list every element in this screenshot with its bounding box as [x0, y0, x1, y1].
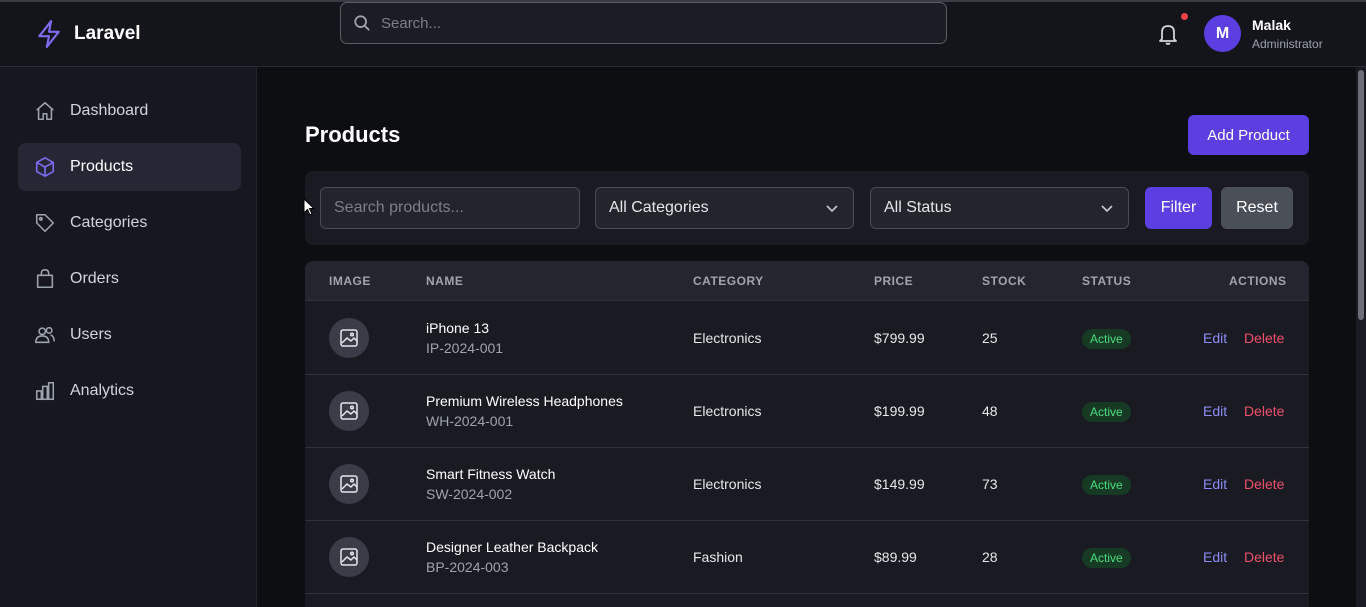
user-name[interactable]: Malak — [1252, 17, 1291, 33]
product-stock: 73 — [982, 476, 998, 492]
product-name: Designer Leather Backpack — [426, 539, 598, 555]
sidebar-item-label: Analytics — [70, 382, 135, 399]
table-header: IMAGE NAME CATEGORY PRICE STOCK STATUS A… — [305, 261, 1309, 301]
sidebar: Dashboard Products Categories Orders Use… — [0, 67, 257, 607]
sidebar-item-orders[interactable]: Orders — [18, 255, 241, 303]
status-badge: Active — [1082, 548, 1131, 568]
bell-icon[interactable] — [1157, 22, 1179, 46]
delete-link[interactable]: Delete — [1244, 403, 1284, 419]
edit-link[interactable]: Edit — [1203, 330, 1227, 346]
sidebar-item-users[interactable]: Users — [18, 311, 241, 359]
delete-link[interactable]: Delete — [1244, 549, 1284, 565]
chevron-down-icon — [826, 205, 838, 213]
product-category: Electronics — [693, 330, 762, 346]
status-select-value: All Status — [884, 199, 952, 216]
users-icon — [35, 326, 55, 344]
avatar[interactable]: M — [1204, 15, 1241, 52]
column-header-name: NAME — [426, 274, 464, 288]
product-name: iPhone 13 — [426, 320, 490, 336]
scrollbar-thumb[interactable] — [1358, 70, 1364, 320]
column-header-image: IMAGE — [329, 274, 371, 288]
add-product-button[interactable]: Add Product — [1188, 115, 1309, 155]
bar-chart-icon — [35, 381, 55, 401]
column-header-category: CATEGORY — [693, 274, 764, 288]
edit-link[interactable]: Edit — [1203, 403, 1227, 419]
image-icon — [340, 329, 358, 347]
sidebar-item-label: Dashboard — [70, 102, 149, 119]
notification-dot — [1181, 13, 1188, 20]
product-sku: IP-2024-001 — [426, 340, 504, 356]
tag-icon — [35, 213, 55, 233]
table-row: Smart Fitness Watch SW-2024-002 Electron… — [305, 448, 1309, 521]
cube-icon — [35, 157, 55, 177]
delete-link[interactable]: Delete — [1244, 476, 1284, 492]
product-price: $149.99 — [874, 476, 925, 492]
edit-link[interactable]: Edit — [1203, 549, 1227, 565]
filter-bar: All Categories All Status Filter Reset — [305, 171, 1309, 245]
edit-link[interactable]: Edit — [1203, 476, 1227, 492]
image-icon — [340, 548, 358, 566]
product-stock: 28 — [982, 549, 998, 565]
product-name: Premium Wireless Headphones — [426, 393, 623, 409]
category-select[interactable]: All Categories — [595, 187, 854, 229]
delete-link[interactable]: Delete — [1244, 330, 1284, 346]
lightning-icon — [38, 20, 60, 48]
global-search-input[interactable] — [381, 14, 921, 32]
product-stock: 48 — [982, 403, 998, 419]
product-sku: WH-2024-001 — [426, 413, 514, 429]
chevron-down-icon — [1101, 205, 1113, 213]
products-table: IMAGE NAME CATEGORY PRICE STOCK STATUS A… — [305, 261, 1309, 607]
table-row: iPhone 13 IP-2024-001 Electronics $799.9… — [305, 302, 1309, 375]
shopping-bag-icon — [36, 269, 54, 289]
product-image-placeholder — [329, 391, 369, 431]
status-badge: Active — [1082, 329, 1131, 349]
image-icon — [340, 402, 358, 420]
product-search-input[interactable] — [334, 199, 554, 217]
category-select-value: All Categories — [609, 199, 709, 216]
product-image-placeholder — [329, 537, 369, 577]
app-name: Laravel — [74, 23, 141, 44]
table-row: Premium Wireless Headphones WH-2024-001 … — [305, 375, 1309, 448]
product-category: Electronics — [693, 403, 762, 419]
top-bar: Laravel M Malak Administrator — [0, 0, 1366, 67]
sidebar-item-label: Categories — [70, 214, 148, 231]
sidebar-item-label: Products — [70, 158, 134, 175]
global-search[interactable] — [340, 2, 947, 44]
search-icon — [354, 15, 370, 31]
column-header-actions: ACTIONS — [1229, 274, 1287, 288]
product-image-placeholder — [329, 318, 369, 358]
sidebar-item-analytics[interactable]: Analytics — [18, 367, 241, 415]
sidebar-item-categories[interactable]: Categories — [18, 199, 241, 247]
home-icon — [36, 101, 54, 121]
sidebar-item-label: Users — [70, 326, 112, 343]
user-role: Administrator — [1252, 37, 1323, 51]
sidebar-item-dashboard[interactable]: Dashboard — [18, 87, 241, 135]
filter-button[interactable]: Filter — [1145, 187, 1212, 229]
app-logo[interactable]: Laravel — [36, 20, 141, 48]
column-header-status: STATUS — [1082, 274, 1132, 288]
sidebar-item-products[interactable]: Products — [18, 143, 241, 191]
product-category: Electronics — [693, 476, 762, 492]
product-search-field[interactable] — [320, 187, 580, 229]
product-price: $89.99 — [874, 549, 917, 565]
product-price: $199.99 — [874, 403, 925, 419]
product-stock: 25 — [982, 330, 998, 346]
page-title: Products — [305, 122, 401, 147]
status-select[interactable]: All Status — [870, 187, 1129, 229]
product-sku: BP-2024-003 — [426, 559, 509, 575]
status-badge: Active — [1082, 402, 1131, 422]
sidebar-item-label: Orders — [70, 270, 119, 287]
column-header-price: PRICE — [874, 274, 914, 288]
status-badge: Active — [1082, 475, 1131, 495]
image-icon — [340, 475, 358, 493]
reset-button[interactable]: Reset — [1221, 187, 1293, 229]
table-row: Designer Leather Backpack BP-2024-003 Fa… — [305, 521, 1309, 594]
product-name: Smart Fitness Watch — [426, 466, 556, 482]
product-sku: SW-2024-002 — [426, 486, 513, 502]
product-price: $799.99 — [874, 330, 925, 346]
mouse-cursor-icon — [303, 198, 315, 216]
column-header-stock: STOCK — [982, 274, 1027, 288]
product-category: Fashion — [693, 549, 743, 565]
product-image-placeholder — [329, 464, 369, 504]
